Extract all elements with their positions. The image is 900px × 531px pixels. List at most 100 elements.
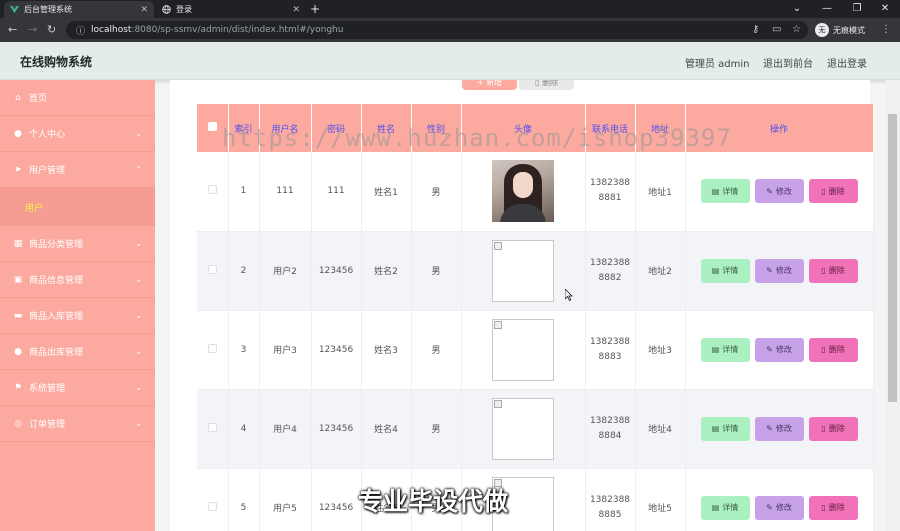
phone-part: 8883: [598, 351, 622, 362]
cell-phone: 1382388 8885: [585, 468, 636, 531]
row-select-cell[interactable]: [197, 389, 229, 469]
cell-address: 地址5: [635, 468, 686, 531]
avatar-photo[interactable]: [492, 160, 554, 223]
cell-index: 3: [228, 310, 260, 390]
table-row: 3 用户3 123456 姓名3 男 1382388 8883 地址3 ▤ 详情 ✎…: [197, 310, 874, 390]
document-icon: ▤: [711, 424, 720, 433]
batch-delete-label: 删除: [541, 80, 558, 87]
browser-address-bar: ← → ↻ ⓘ localhost:8080/sp-ssmv/admin/dis…: [0, 18, 900, 42]
row-select-cell[interactable]: [197, 310, 229, 390]
cell-address: 地址2: [635, 231, 686, 311]
edit-button[interactable]: ✎ 修改: [754, 416, 804, 441]
sidebar-item-system-management[interactable]: ⚑ 系统管理 ⌄: [0, 370, 155, 406]
sidebar-item-order-management[interactable]: ◎ 订单管理 ⌄: [0, 406, 155, 442]
url-input[interactable]: ⓘ localhost:8080/sp-ssmv/admin/dist/inde…: [66, 21, 808, 39]
row-checkbox[interactable]: [207, 422, 217, 432]
key-icon[interactable]: ⚷: [752, 23, 759, 37]
detail-button[interactable]: ▤ 详情: [700, 179, 750, 204]
row-select-cell[interactable]: [197, 231, 229, 311]
delete-button[interactable]: ▯ 删除: [808, 337, 858, 362]
detail-button[interactable]: ▤ 详情: [700, 258, 750, 283]
delete-button[interactable]: ▯ 删除: [808, 258, 858, 283]
cell-gender: 男: [411, 231, 462, 311]
sidebar-item-label: 商品分类管理: [29, 240, 84, 250]
sidebar-item-stock-out-management[interactable]: ● 商品出库管理 ⌄: [0, 334, 155, 370]
sidebar-subitem-label: 用户: [25, 204, 44, 214]
sidebar-item-category-management[interactable]: ▦ 商品分类管理 ⌄: [0, 226, 155, 262]
row-checkbox[interactable]: [207, 264, 217, 274]
delete-button[interactable]: ▯ 删除: [808, 416, 858, 441]
close-window-icon[interactable]: ✕: [870, 0, 900, 18]
incognito-profile[interactable]: 无 无痕模式: [815, 21, 865, 39]
clipboard-icon: ▣: [13, 274, 23, 285]
cast-icon[interactable]: ▭: [772, 23, 781, 37]
sidebar: ⌂ 首页 ● 个人中心 ⌄ ➤ 用户管理 ⌃ 用户 ▦ 商品分类管理 ⌄ ▣ 商…: [0, 80, 155, 531]
sidebar-item-user-management[interactable]: ➤ 用户管理 ⌃: [0, 152, 155, 188]
broken-image-icon[interactable]: [492, 318, 554, 381]
page-scrollbar[interactable]: [886, 80, 900, 531]
cell-index: 2: [228, 231, 260, 311]
minimize-icon[interactable]: —: [812, 0, 842, 18]
edit-button[interactable]: ✎ 修改: [754, 179, 804, 204]
edit-button[interactable]: ✎ 修改: [754, 337, 804, 362]
cell-username: 用户2: [259, 231, 312, 311]
table-row: 4 用户4 123456 姓名4 男 1382388 8884 地址4 ▤ 详情 ✎…: [197, 389, 874, 469]
phone-part: 1382388: [589, 178, 631, 189]
broken-image-icon[interactable]: [492, 239, 554, 302]
reload-icon[interactable]: ↻: [47, 23, 56, 37]
new-tab-icon[interactable]: +: [310, 1, 320, 17]
cell-username: 用户4: [259, 389, 312, 469]
edit-label: 修改: [775, 503, 792, 512]
delete-button[interactable]: ▯ 删除: [808, 179, 858, 204]
broken-image-icon[interactable]: [492, 397, 554, 460]
restore-icon[interactable]: ❐: [842, 0, 872, 18]
back-to-frontend-link[interactable]: 退出到前台: [763, 55, 813, 70]
chevron-down-icon[interactable]: ⌄: [782, 0, 812, 18]
row-select-cell[interactable]: [197, 468, 229, 531]
forward-icon[interactable]: →: [28, 23, 37, 37]
cell-phone: 1382388 8881: [585, 152, 636, 232]
pencil-icon: ✎: [766, 266, 773, 275]
sidebar-item-stock-in-management[interactable]: ▬ 商品入库管理 ⌄: [0, 298, 155, 334]
delete-label: 删除: [828, 345, 845, 354]
plus-icon: +: [476, 80, 487, 87]
detail-button[interactable]: ▤ 详情: [700, 495, 750, 520]
row-checkbox[interactable]: [207, 501, 217, 511]
more-menu-icon[interactable]: ⋮: [881, 23, 891, 37]
sidebar-subitem-users[interactable]: 用户: [0, 188, 155, 226]
row-checkbox[interactable]: [207, 185, 217, 195]
cell-phone: 1382388 8884: [585, 389, 636, 469]
detail-label: 详情: [722, 503, 739, 512]
cell-address: 地址3: [635, 310, 686, 390]
cell-actions: ▤ 详情 ✎ 修改 ▯ 删除: [685, 231, 874, 311]
close-tab-icon[interactable]: ✕: [292, 5, 300, 15]
browser-tab-admin[interactable]: 后台管理系统 ✕: [4, 1, 154, 18]
scrollbar-thumb[interactable]: [888, 114, 897, 402]
chevron-down-icon: ⌄: [135, 129, 142, 138]
chevron-up-icon: ⌃: [135, 165, 142, 174]
info-icon[interactable]: ⓘ: [76, 24, 85, 37]
cell-username: 用户3: [259, 310, 312, 390]
row-select-cell[interactable]: [197, 152, 229, 232]
star-icon[interactable]: ☆: [792, 23, 801, 37]
edit-button[interactable]: ✎ 修改: [754, 258, 804, 283]
row-checkbox[interactable]: [207, 343, 217, 353]
user-icon: ●: [14, 128, 22, 139]
detail-label: 详情: [722, 424, 739, 433]
sidebar-item-personal-center[interactable]: ● 个人中心 ⌄: [0, 116, 155, 152]
chevron-down-icon: ⌄: [135, 419, 142, 428]
batch-delete-button[interactable]: ▯ 删除: [519, 80, 574, 90]
back-icon[interactable]: ←: [8, 23, 17, 37]
close-tab-icon[interactable]: ✕: [140, 5, 148, 15]
add-button[interactable]: + 新增: [462, 80, 517, 90]
browser-tab-login[interactable]: 登录 ✕: [156, 1, 306, 18]
delete-button[interactable]: ▯ 删除: [808, 495, 858, 520]
logout-link[interactable]: 退出登录: [827, 55, 867, 70]
detail-button[interactable]: ▤ 详情: [700, 337, 750, 362]
sidebar-item-product-info-management[interactable]: ▣ 商品信息管理 ⌄: [0, 262, 155, 298]
select-all-checkbox[interactable]: [207, 122, 217, 131]
edit-button[interactable]: ✎ 修改: [754, 495, 804, 520]
detail-button[interactable]: ▤ 详情: [700, 416, 750, 441]
delete-label: 删除: [828, 266, 845, 275]
sidebar-item-home[interactable]: ⌂ 首页: [0, 80, 155, 116]
